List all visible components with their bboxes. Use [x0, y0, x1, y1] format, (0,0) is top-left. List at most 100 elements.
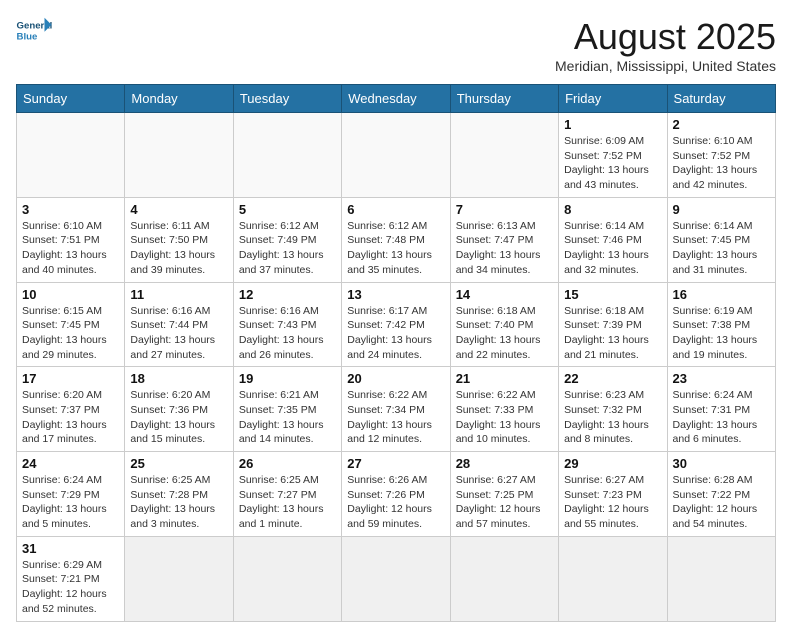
- day-number: 7: [456, 202, 553, 217]
- calendar-day-cell: [450, 536, 558, 621]
- day-info: Sunrise: 6:18 AM Sunset: 7:39 PM Dayligh…: [564, 304, 661, 363]
- day-number: 22: [564, 371, 661, 386]
- calendar-day-cell: 22 Sunrise: 6:23 AM Sunset: 7:32 PM Dayli…: [559, 367, 667, 452]
- day-number: 6: [347, 202, 444, 217]
- calendar-day-cell: 18 Sunrise: 6:20 AM Sunset: 7:36 PM Dayli…: [125, 367, 233, 452]
- calendar-week-row: 31 Sunrise: 6:29 AM Sunset: 7:21 PM Dayli…: [17, 536, 776, 621]
- calendar-week-row: 10Sunrise: 6:15 AM Sunset: 7:45 PM Dayli…: [17, 282, 776, 367]
- day-info: Sunrise: 6:25 AM Sunset: 7:28 PM Dayligh…: [130, 473, 227, 532]
- calendar-day-cell: 4 Sunrise: 6:11 AM Sunset: 7:50 PM Daylig…: [125, 197, 233, 282]
- calendar-day-cell: [342, 536, 450, 621]
- generalblue-logo-icon: General Blue: [16, 16, 52, 44]
- calendar-day-cell: 17Sunrise: 6:20 AM Sunset: 7:37 PM Dayli…: [17, 367, 125, 452]
- day-number: 21: [456, 371, 553, 386]
- calendar-day-cell: 9Sunrise: 6:14 AM Sunset: 7:45 PM Daylig…: [667, 197, 775, 282]
- day-info: Sunrise: 6:18 AM Sunset: 7:40 PM Dayligh…: [456, 304, 553, 363]
- day-number: 5: [239, 202, 336, 217]
- day-info: Sunrise: 6:12 AM Sunset: 7:49 PM Dayligh…: [239, 219, 336, 278]
- day-info: Sunrise: 6:22 AM Sunset: 7:33 PM Dayligh…: [456, 388, 553, 447]
- calendar-day-cell: [342, 113, 450, 198]
- day-number: 28: [456, 456, 553, 471]
- calendar-day-cell: 2Sunrise: 6:10 AM Sunset: 7:52 PM Daylig…: [667, 113, 775, 198]
- weekday-header-wednesday: Wednesday: [342, 85, 450, 113]
- day-number: 15: [564, 287, 661, 302]
- calendar-day-cell: [125, 536, 233, 621]
- calendar-day-cell: 21 Sunrise: 6:22 AM Sunset: 7:33 PM Dayli…: [450, 367, 558, 452]
- day-info: Sunrise: 6:15 AM Sunset: 7:45 PM Dayligh…: [22, 304, 119, 363]
- day-info: Sunrise: 6:13 AM Sunset: 7:47 PM Dayligh…: [456, 219, 553, 278]
- day-number: 8: [564, 202, 661, 217]
- calendar-day-cell: 6 Sunrise: 6:12 AM Sunset: 7:48 PM Daylig…: [342, 197, 450, 282]
- day-number: 19: [239, 371, 336, 386]
- day-info: Sunrise: 6:24 AM Sunset: 7:29 PM Dayligh…: [22, 473, 119, 532]
- page-header: General Blue August 2025 Meridian, Missi…: [16, 16, 776, 74]
- calendar-week-row: 1 Sunrise: 6:09 AM Sunset: 7:52 PM Daylig…: [17, 113, 776, 198]
- day-info: Sunrise: 6:17 AM Sunset: 7:42 PM Dayligh…: [347, 304, 444, 363]
- day-number: 17: [22, 371, 119, 386]
- calendar-day-cell: 14 Sunrise: 6:18 AM Sunset: 7:40 PM Dayli…: [450, 282, 558, 367]
- day-info: Sunrise: 6:20 AM Sunset: 7:36 PM Dayligh…: [130, 388, 227, 447]
- calendar-day-cell: 8 Sunrise: 6:14 AM Sunset: 7:46 PM Daylig…: [559, 197, 667, 282]
- calendar-day-cell: [17, 113, 125, 198]
- calendar-week-row: 17Sunrise: 6:20 AM Sunset: 7:37 PM Dayli…: [17, 367, 776, 452]
- month-year-title: August 2025: [555, 16, 776, 58]
- calendar-day-cell: 19 Sunrise: 6:21 AM Sunset: 7:35 PM Dayli…: [233, 367, 341, 452]
- calendar-day-cell: 23 Sunrise: 6:24 AM Sunset: 7:31 PM Dayli…: [667, 367, 775, 452]
- calendar-day-cell: 30Sunrise: 6:28 AM Sunset: 7:22 PM Dayli…: [667, 452, 775, 537]
- day-info: Sunrise: 6:21 AM Sunset: 7:35 PM Dayligh…: [239, 388, 336, 447]
- calendar-day-cell: 12Sunrise: 6:16 AM Sunset: 7:43 PM Dayli…: [233, 282, 341, 367]
- day-number: 23: [673, 371, 770, 386]
- day-number: 25: [130, 456, 227, 471]
- day-info: Sunrise: 6:09 AM Sunset: 7:52 PM Dayligh…: [564, 134, 661, 193]
- day-info: Sunrise: 6:27 AM Sunset: 7:25 PM Dayligh…: [456, 473, 553, 532]
- calendar-day-cell: 26 Sunrise: 6:25 AM Sunset: 7:27 PM Dayli…: [233, 452, 341, 537]
- weekday-header-tuesday: Tuesday: [233, 85, 341, 113]
- calendar-day-cell: 3Sunrise: 6:10 AM Sunset: 7:51 PM Daylig…: [17, 197, 125, 282]
- weekday-header-row: SundayMondayTuesdayWednesdayThursdayFrid…: [17, 85, 776, 113]
- day-number: 11: [130, 287, 227, 302]
- day-number: 1: [564, 117, 661, 132]
- calendar-day-cell: [233, 113, 341, 198]
- calendar-day-cell: 31 Sunrise: 6:29 AM Sunset: 7:21 PM Dayli…: [17, 536, 125, 621]
- day-info: Sunrise: 6:25 AM Sunset: 7:27 PM Dayligh…: [239, 473, 336, 532]
- logo: General Blue: [16, 16, 52, 44]
- day-info: Sunrise: 6:27 AM Sunset: 7:23 PM Dayligh…: [564, 473, 661, 532]
- day-number: 12: [239, 287, 336, 302]
- calendar-day-cell: 25 Sunrise: 6:25 AM Sunset: 7:28 PM Dayli…: [125, 452, 233, 537]
- calendar-day-cell: 24 Sunrise: 6:24 AM Sunset: 7:29 PM Dayli…: [17, 452, 125, 537]
- calendar-day-cell: [450, 113, 558, 198]
- weekday-header-thursday: Thursday: [450, 85, 558, 113]
- day-number: 26: [239, 456, 336, 471]
- weekday-header-monday: Monday: [125, 85, 233, 113]
- day-info: Sunrise: 6:12 AM Sunset: 7:48 PM Dayligh…: [347, 219, 444, 278]
- day-number: 29: [564, 456, 661, 471]
- calendar-day-cell: 16Sunrise: 6:19 AM Sunset: 7:38 PM Dayli…: [667, 282, 775, 367]
- calendar-day-cell: [667, 536, 775, 621]
- calendar-day-cell: [125, 113, 233, 198]
- day-info: Sunrise: 6:14 AM Sunset: 7:46 PM Dayligh…: [564, 219, 661, 278]
- day-info: Sunrise: 6:23 AM Sunset: 7:32 PM Dayligh…: [564, 388, 661, 447]
- svg-text:Blue: Blue: [17, 32, 38, 43]
- day-number: 31: [22, 541, 119, 556]
- calendar-day-cell: 29 Sunrise: 6:27 AM Sunset: 7:23 PM Dayli…: [559, 452, 667, 537]
- weekday-header-saturday: Saturday: [667, 85, 775, 113]
- calendar-day-cell: 27Sunrise: 6:26 AM Sunset: 7:26 PM Dayli…: [342, 452, 450, 537]
- day-number: 14: [456, 287, 553, 302]
- location-subtitle: Meridian, Mississippi, United States: [555, 58, 776, 74]
- calendar-day-cell: 20 Sunrise: 6:22 AM Sunset: 7:34 PM Dayli…: [342, 367, 450, 452]
- calendar-day-cell: 10Sunrise: 6:15 AM Sunset: 7:45 PM Dayli…: [17, 282, 125, 367]
- calendar-day-cell: 11Sunrise: 6:16 AM Sunset: 7:44 PM Dayli…: [125, 282, 233, 367]
- calendar-table: SundayMondayTuesdayWednesdayThursdayFrid…: [16, 84, 776, 622]
- day-info: Sunrise: 6:29 AM Sunset: 7:21 PM Dayligh…: [22, 558, 119, 617]
- day-info: Sunrise: 6:11 AM Sunset: 7:50 PM Dayligh…: [130, 219, 227, 278]
- day-info: Sunrise: 6:22 AM Sunset: 7:34 PM Dayligh…: [347, 388, 444, 447]
- day-number: 20: [347, 371, 444, 386]
- calendar-day-cell: 15 Sunrise: 6:18 AM Sunset: 7:39 PM Dayli…: [559, 282, 667, 367]
- day-info: Sunrise: 6:24 AM Sunset: 7:31 PM Dayligh…: [673, 388, 770, 447]
- day-number: 4: [130, 202, 227, 217]
- day-number: 2: [673, 117, 770, 132]
- day-number: 18: [130, 371, 227, 386]
- calendar-day-cell: 13Sunrise: 6:17 AM Sunset: 7:42 PM Dayli…: [342, 282, 450, 367]
- day-number: 9: [673, 202, 770, 217]
- day-number: 24: [22, 456, 119, 471]
